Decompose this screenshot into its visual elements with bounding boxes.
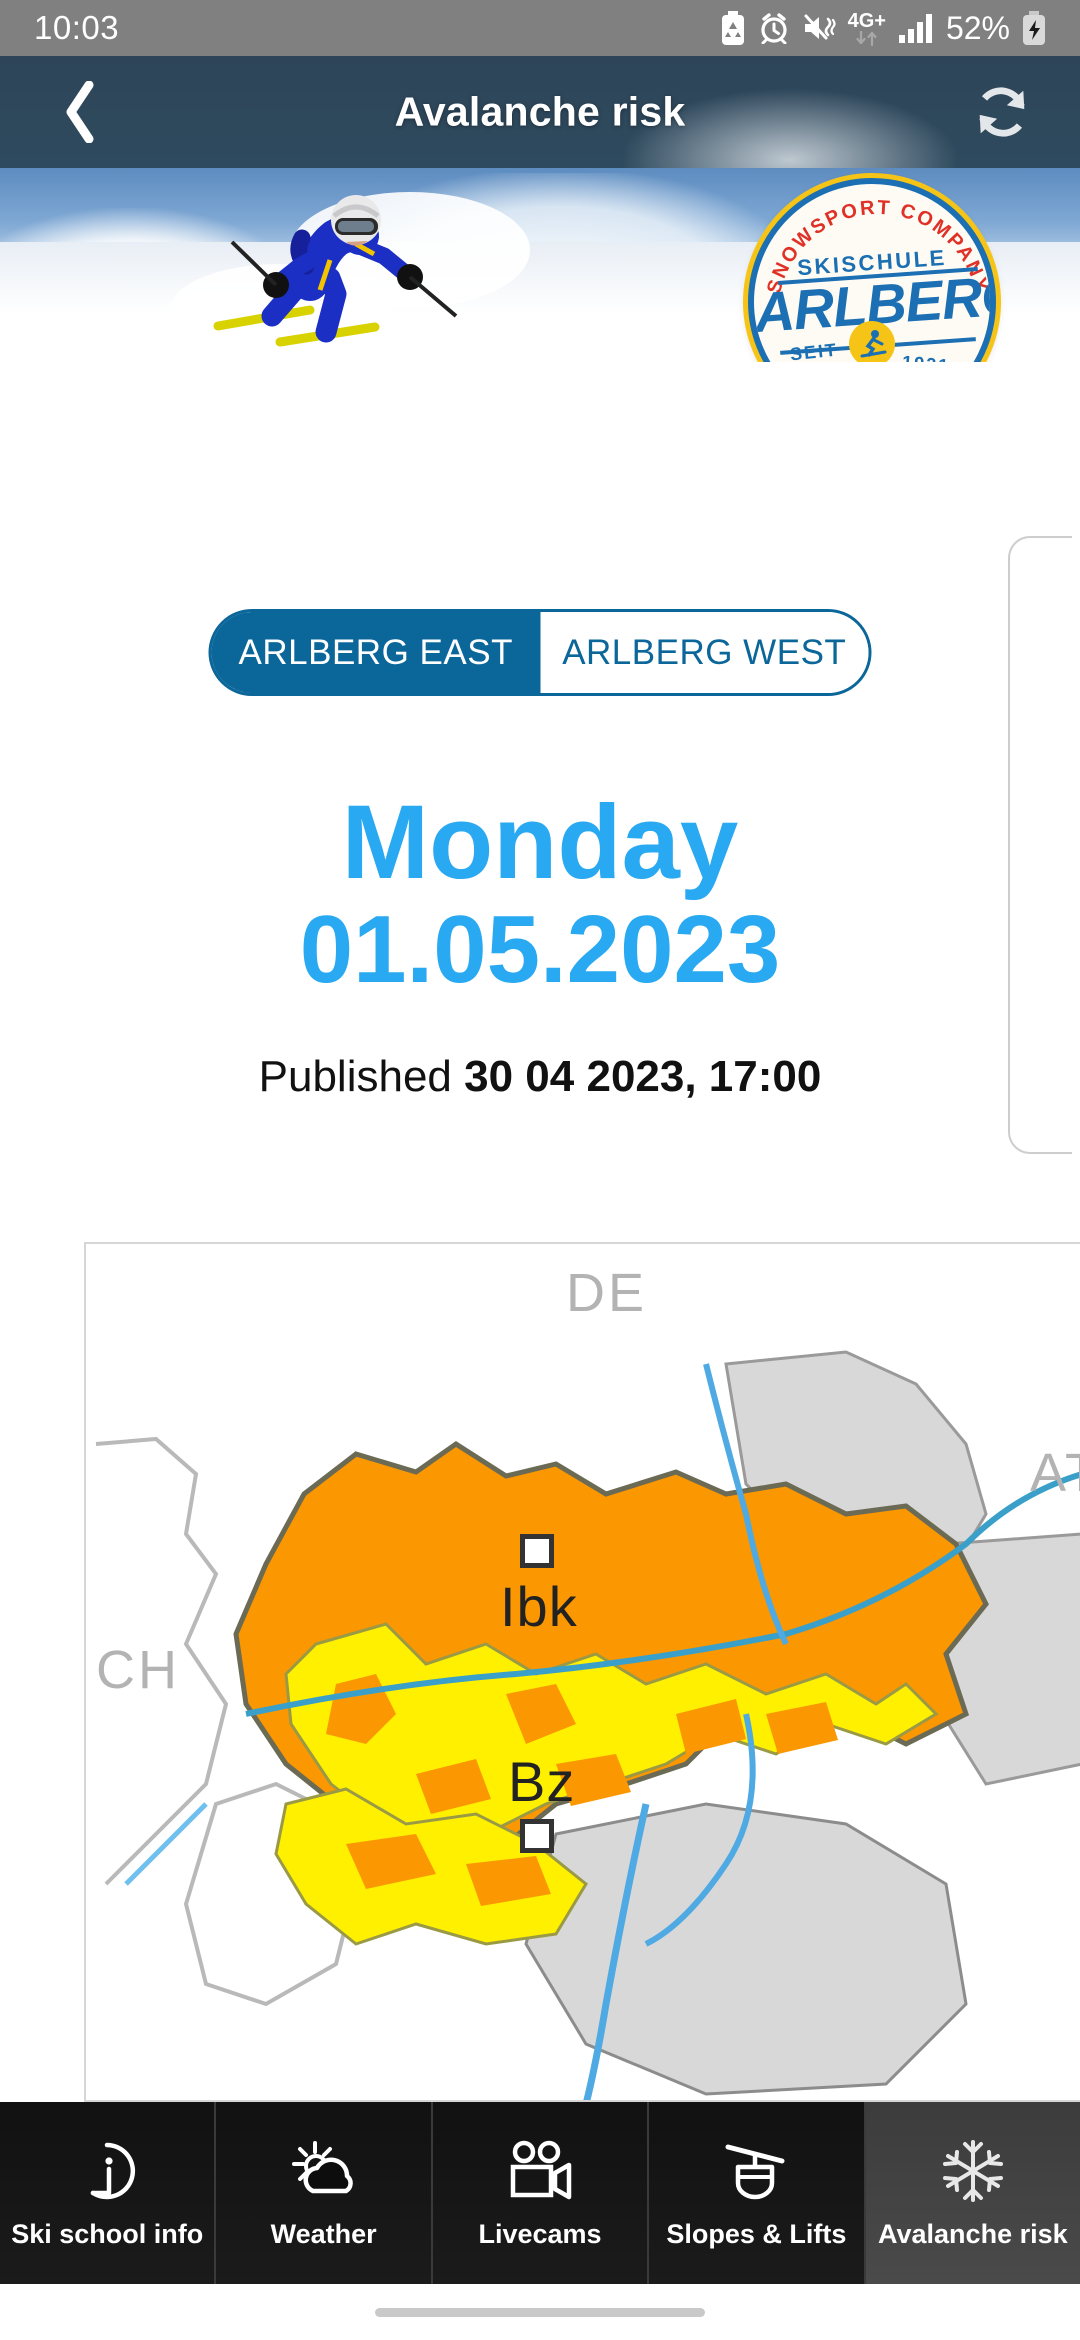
map-city-label-bz: Bz: [508, 1750, 576, 1813]
map-marker-ibk: [520, 1534, 554, 1568]
page-title: Avalanche risk: [394, 88, 686, 135]
map-label-ch: CH: [96, 1640, 180, 1700]
map-label-de: DE: [566, 1263, 648, 1323]
mute-vibrate-icon: [804, 14, 836, 40]
nav-label-avalanche-risk: Avalanche risk: [878, 2218, 1068, 2249]
gondola-lift-icon: [722, 2137, 790, 2203]
snowflake-icon: [940, 2137, 1006, 2203]
refresh-button[interactable]: [970, 80, 1034, 144]
nav-label-slopes-lifts: Slopes & Lifts: [666, 2218, 847, 2249]
nav-label-ski-school-info: Ski school info: [11, 2218, 204, 2249]
network-type-label: 4G+: [847, 9, 886, 32]
forecast-day-name: Monday: [341, 784, 739, 901]
published-line: Published 30 04 2023, 17:00: [0, 1052, 1080, 1102]
map-graphic: [86, 1244, 1080, 2100]
logo-since-label: SEIT: [789, 339, 839, 362]
data-transfer-arrows-icon: [856, 30, 877, 46]
status-bar-clock: 10:03: [34, 9, 120, 46]
alarm-clock-icon: [760, 13, 787, 44]
bottom-navigation: Ski school info Weather Livecams Slopes …: [0, 2102, 1080, 2284]
system-gesture-bar: [0, 2284, 1080, 2340]
info-circle-icon: [75, 2137, 139, 2203]
nav-item-weather[interactable]: Weather: [216, 2102, 433, 2284]
published-prefix: Published: [258, 1052, 452, 1101]
nav-item-avalanche-risk[interactable]: Avalanche risk: [865, 2102, 1080, 2284]
tab-arlberg-east[interactable]: ARLBERG EAST: [211, 612, 540, 693]
map-marker-bz: [520, 1819, 554, 1853]
charging-battery-icon: [1023, 11, 1045, 45]
signal-bars-icon: [898, 14, 932, 43]
nav-label-weather: Weather: [270, 2218, 377, 2249]
battery-saver-icon: [721, 11, 744, 45]
battery-percent-label: 52%: [945, 9, 1010, 46]
nav-label-livecams: Livecams: [478, 2218, 602, 2249]
map-label-at: AT: [1030, 1443, 1080, 1503]
map-city-label-ibk: Ibk: [500, 1575, 578, 1638]
published-timestamp: 30 04 2023, 17:00: [464, 1052, 822, 1101]
logo-skier-emblem: [849, 321, 895, 362]
nav-item-livecams[interactable]: Livecams: [432, 2102, 650, 2284]
content-card: ARLBERG EAST ARLBERG WEST Monday 01.05.2…: [0, 362, 1080, 2102]
forecast-date: 01.05.2023: [299, 896, 781, 1003]
sun-cloud-icon: [289, 2137, 359, 2203]
status-bar: 10:03 4G+ 52%: [0, 0, 1080, 56]
nav-item-slopes-lifts[interactable]: Slopes & Lifts: [649, 2102, 866, 2284]
avalanche-danger-map[interactable]: DE CH AT Ibk Bz: [84, 1242, 1080, 2102]
logo-skier-icon: [860, 330, 887, 358]
video-camera-icon: [505, 2137, 575, 2203]
tab-arlberg-west[interactable]: ARLBERG WEST: [540, 612, 869, 693]
ski-school-logo: SNOWSPORT COMPANY SKISCHULE ARLBERG SEIT…: [748, 178, 996, 362]
skier-photo: [170, 192, 530, 356]
nav-item-ski-school-info[interactable]: Ski school info: [0, 2102, 217, 2284]
app-bar: Avalanche risk: [0, 56, 1080, 168]
status-bar-icons: 4G+ 52%: [720, 10, 1046, 47]
region-tab-group[interactable]: ARLBERG EAST ARLBERG WEST: [208, 609, 872, 696]
gesture-handle[interactable]: [375, 2307, 705, 2317]
refresh-icon: [979, 87, 1025, 137]
hero-banner: SNOWSPORT COMPANY SKISCHULE ARLBERG SEIT…: [0, 168, 1080, 362]
